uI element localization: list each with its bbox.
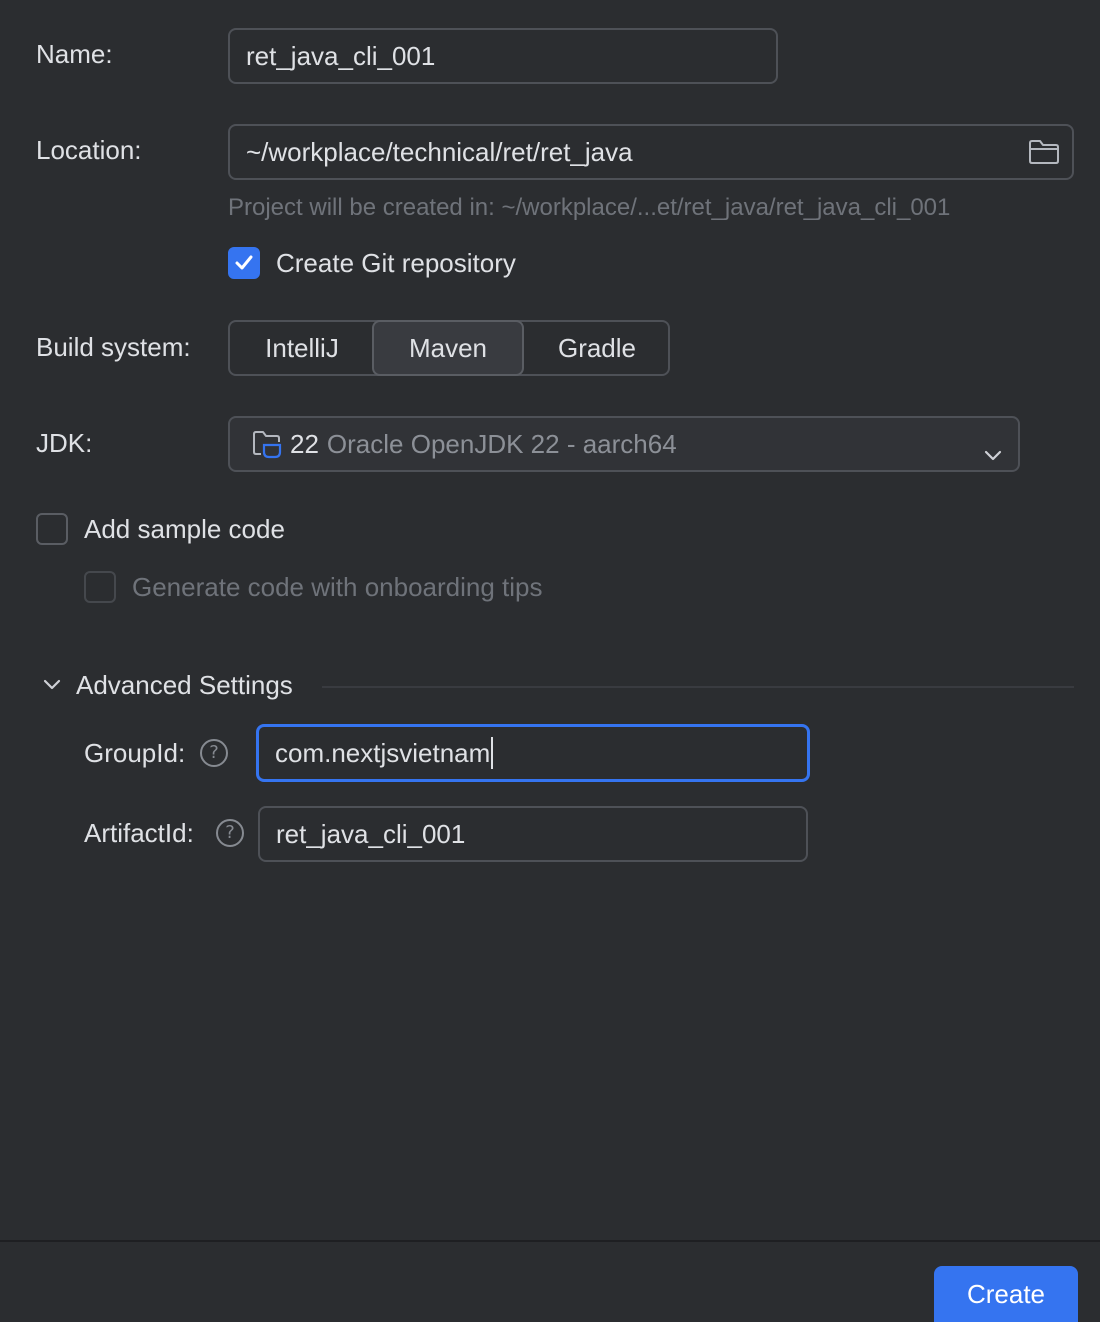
group-id-input[interactable]: com.nextjsvietnam: [256, 724, 810, 782]
help-icon[interactable]: ?: [200, 739, 228, 767]
artifact-id-input-value: ret_java_cli_001: [276, 818, 466, 849]
text-caret: [491, 737, 494, 769]
artifact-id-input[interactable]: ret_java_cli_001: [258, 806, 808, 862]
build-system-label: Build system:: [36, 332, 191, 362]
chevron-down-icon: [984, 438, 1002, 469]
add-sample-code-checkbox[interactable]: [36, 513, 68, 545]
create-git-label: Create Git repository: [276, 248, 516, 278]
advanced-settings-divider: [322, 686, 1074, 688]
help-icon[interactable]: ?: [216, 819, 244, 847]
location-input[interactable]: ~/workplace/technical/ret/ret_java: [228, 124, 1074, 180]
create-git-checkbox[interactable]: [228, 247, 260, 279]
advanced-settings-title[interactable]: Advanced Settings: [76, 669, 293, 701]
location-label: Location:: [36, 135, 142, 165]
group-id-label: GroupId:: [84, 738, 186, 768]
name-input-value: ret_java_cli_001: [246, 40, 436, 71]
jdk-label: JDK:: [36, 428, 93, 458]
artifact-id-label: ArtifactId:: [84, 818, 194, 848]
group-id-input-value: com.nextjsvietnam: [275, 737, 491, 768]
build-option-maven[interactable]: Maven: [372, 320, 524, 376]
build-option-intellij[interactable]: IntelliJ: [230, 320, 374, 376]
footer-divider: [0, 1240, 1100, 1242]
name-input[interactable]: ret_java_cli_001: [228, 28, 778, 84]
jdk-dropdown[interactable]: 22 Oracle OpenJDK 22 - aarch64: [228, 416, 1020, 472]
name-label: Name:: [36, 39, 113, 69]
checkmark-icon: [235, 255, 253, 270]
onboarding-tips-label: Generate code with onboarding tips: [132, 572, 543, 602]
jdk-folder-icon: [252, 428, 284, 460]
build-system-segmented-control: IntelliJ Maven Gradle: [228, 320, 670, 376]
chevron-down-icon[interactable]: [42, 678, 62, 697]
add-sample-code-label: Add sample code: [84, 514, 285, 544]
jdk-name: Oracle OpenJDK 22 - aarch64: [326, 428, 677, 459]
location-input-value: ~/workplace/technical/ret/ret_java: [246, 136, 633, 167]
build-option-gradle[interactable]: Gradle: [524, 320, 670, 376]
onboarding-tips-checkbox[interactable]: [84, 571, 116, 603]
create-button[interactable]: Create: [934, 1266, 1078, 1322]
jdk-version: 22: [290, 428, 319, 459]
location-hint: Project will be created in: ~/workplace/…: [228, 194, 951, 221]
folder-icon[interactable]: [1028, 138, 1060, 166]
